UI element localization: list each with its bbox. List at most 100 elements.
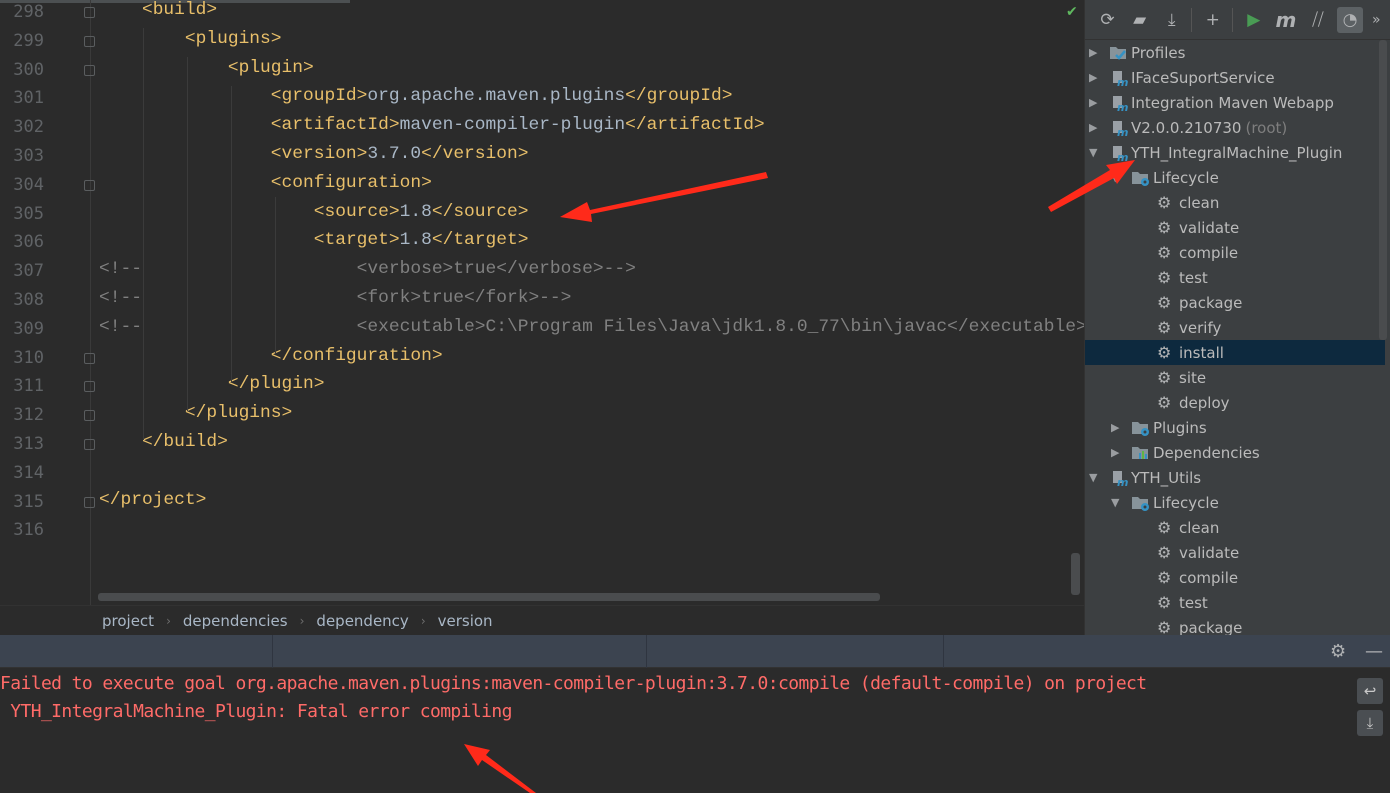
- tree-item-label: Dependencies: [1153, 443, 1260, 462]
- tree-item-label: validate: [1179, 218, 1240, 237]
- fold-marker-icon[interactable]: [84, 496, 95, 508]
- tree-item-clean[interactable]: ⚙ clean: [1157, 190, 1219, 215]
- gear-icon: ⚙: [1157, 393, 1172, 412]
- code-token: <!-- <executable>C:\Program Files\Java\j…: [99, 316, 1084, 337]
- code-token: </groupId>: [625, 86, 733, 107]
- tree-item-test[interactable]: ⚙ test: [1157, 265, 1208, 290]
- expand-right-icon[interactable]: ▶: [1111, 421, 1131, 434]
- tree-item-verify[interactable]: ⚙ verify: [1157, 315, 1221, 340]
- toolbar-separator: [1191, 7, 1193, 32]
- horizontal-scrollbar[interactable]: [98, 593, 880, 601]
- tree-item-compile[interactable]: ⚙ compile: [1157, 240, 1238, 265]
- gutter-divider: [90, 0, 91, 605]
- gear-icon: ⚙: [1157, 518, 1172, 537]
- profiles-folder-icon: [1109, 44, 1129, 62]
- code-token: 1.8: [399, 230, 432, 251]
- code-line: <target>1.8</target>: [99, 230, 529, 251]
- breadcrumb-item[interactable]: version: [438, 612, 493, 630]
- breadcrumb-item[interactable]: dependency: [316, 612, 408, 630]
- tree-item-integration-maven-webapp[interactable]: ▶ m Integration Maven Webapp: [1089, 90, 1334, 115]
- tree-scrollbar[interactable]: [1379, 40, 1387, 340]
- fold-marker-icon[interactable]: [84, 7, 95, 18]
- toggle-skip-tests-icon[interactable]: ⧸⧸: [1305, 7, 1330, 33]
- fold-marker-icon[interactable]: [84, 35, 95, 47]
- code-token: <artifactId>: [270, 115, 400, 136]
- tree-item-label: clean: [1179, 518, 1220, 537]
- tree-item-v2-0-0-210730[interactable]: ▶ m V2.0.0.210730 (root): [1089, 115, 1287, 140]
- tree-item-ifacesuportservice[interactable]: ▶ m IFaceSuportService: [1089, 65, 1275, 90]
- fold-marker-icon[interactable]: [84, 410, 95, 422]
- code-line: <plugin>: [99, 58, 314, 78]
- code-line: </plugins>: [99, 403, 292, 423]
- fold-marker-icon[interactable]: [84, 439, 95, 450]
- tree-item-deploy[interactable]: ⚙ deploy: [1157, 390, 1230, 415]
- code-token: </target>: [431, 230, 529, 251]
- fold-marker-icon[interactable]: [84, 381, 95, 393]
- expand-right-icon[interactable]: ▶: [1111, 446, 1131, 459]
- show-history-icon[interactable]: ◔: [1337, 6, 1363, 33]
- line-number: 310: [13, 347, 44, 368]
- expand-down-icon[interactable]: ▼: [1111, 496, 1131, 509]
- tree-item-package[interactable]: ⚙ package: [1157, 615, 1242, 635]
- line-number: 304: [13, 174, 44, 195]
- line-number: 302: [13, 117, 44, 138]
- hide-icon[interactable]: —: [1365, 641, 1383, 662]
- code-editor[interactable]: 298 <build> 299 <plugins> 300 <plugin> 301 …: [0, 0, 1084, 605]
- maven-module-icon: m: [1109, 94, 1129, 114]
- tree-item-validate[interactable]: ⚙ validate: [1157, 540, 1239, 565]
- tree-item-lifecycle[interactable]: ▼ Lifecycle: [1111, 490, 1219, 515]
- tree-item-label: package: [1179, 293, 1243, 312]
- tree-item-plugins[interactable]: ▶ Plugins: [1111, 415, 1207, 440]
- expand-down-icon[interactable]: ▼: [1111, 171, 1131, 184]
- folder-generate-icon[interactable]: ▰: [1127, 7, 1152, 33]
- scroll-to-end-icon[interactable]: ⤓: [1357, 710, 1383, 736]
- tree-item-label: YTH_IntegralMachine_Plugin: [1131, 143, 1343, 162]
- maven-module-icon: m: [1109, 119, 1129, 139]
- tree-item-site[interactable]: ⚙ site: [1157, 365, 1206, 390]
- fold-marker-icon[interactable]: [84, 179, 95, 191]
- inspection-ok-icon[interactable]: ✔: [1066, 4, 1078, 20]
- expand-down-icon[interactable]: ▼: [1089, 471, 1109, 484]
- code-token: </configuration>: [270, 345, 443, 366]
- expand-down-icon[interactable]: ▼: [1089, 146, 1109, 159]
- run-icon[interactable]: ▶: [1241, 7, 1266, 33]
- tree-item-label: Integration Maven Webapp: [1131, 93, 1334, 112]
- vertical-scrollbar[interactable]: [1071, 553, 1080, 595]
- expand-right-icon[interactable]: ▶: [1089, 121, 1109, 134]
- run-output-console[interactable]: Failed to execute goal org.apache.maven.…: [0, 668, 1350, 793]
- soft-wrap-icon[interactable]: ↩: [1357, 678, 1383, 704]
- tree-item-lifecycle[interactable]: ▼ Lifecycle: [1111, 165, 1219, 190]
- tree-item-label: test: [1179, 593, 1208, 612]
- gear-icon[interactable]: ⚙: [1330, 641, 1346, 662]
- line-number: 315: [13, 491, 44, 512]
- line-number: 309: [13, 318, 44, 339]
- expand-right-icon[interactable]: ▶: [1089, 96, 1109, 109]
- more-icon[interactable]: »: [1370, 7, 1384, 33]
- tree-item-package[interactable]: ⚙ package: [1157, 290, 1242, 315]
- breadcrumb-item[interactable]: dependencies: [183, 612, 288, 630]
- tree-item-compile[interactable]: ⚙ compile: [1157, 565, 1238, 590]
- tree-item-dependencies[interactable]: ▶ Dependencies: [1111, 440, 1260, 465]
- plus-icon[interactable]: +: [1200, 7, 1225, 33]
- tree-item-test[interactable]: ⚙ test: [1157, 590, 1208, 615]
- line-number: 298: [13, 2, 44, 22]
- maven-goal-icon[interactable]: m: [1273, 7, 1298, 33]
- tree-item-validate[interactable]: ⚙ validate: [1157, 215, 1239, 240]
- tree-item-clean[interactable]: ⚙ clean: [1157, 515, 1219, 540]
- fold-marker-icon[interactable]: [84, 352, 95, 364]
- code-token: org.apache.maven.plugins: [367, 86, 626, 107]
- expand-right-icon[interactable]: ▶: [1089, 46, 1109, 59]
- expand-right-icon[interactable]: ▶: [1089, 71, 1109, 84]
- download-icon[interactable]: ⤓: [1159, 7, 1184, 33]
- tree-item-label: Profiles: [1131, 43, 1186, 62]
- reload-icon[interactable]: ⟳: [1095, 7, 1120, 33]
- breadcrumb-item[interactable]: project: [102, 612, 154, 630]
- tree-item-install[interactable]: ⚙ install: [1085, 340, 1385, 365]
- tree-item-yth-integralmachine-plugin[interactable]: ▼ m YTH_IntegralMachine_Plugin: [1089, 140, 1342, 165]
- fold-marker-icon[interactable]: [84, 64, 95, 76]
- tree-item-yth-utils[interactable]: ▼ m YTH_Utils: [1089, 465, 1201, 490]
- tree-item-profiles[interactable]: ▶ Profiles: [1089, 40, 1185, 65]
